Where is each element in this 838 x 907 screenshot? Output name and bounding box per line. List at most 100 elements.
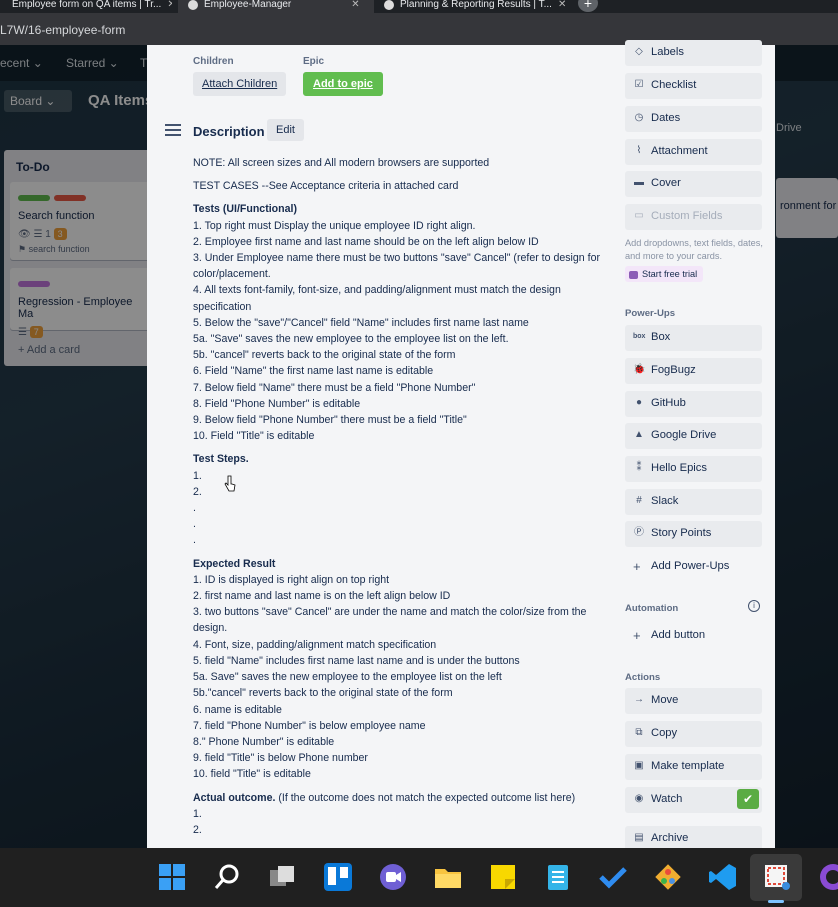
cover-icon: ▬ [634, 177, 644, 188]
start-free-trial-button[interactable]: Start free trial [625, 266, 704, 282]
move-button[interactable]: → Move [625, 688, 762, 714]
task-view-icon[interactable] [268, 862, 298, 892]
notepad-icon[interactable] [543, 862, 573, 892]
fogbugz-icon: 🐞 [633, 364, 646, 375]
expected-item: 2. first name and last name is on the le… [193, 590, 451, 603]
test-item: 2. Employee first name and last name sho… [193, 235, 539, 248]
actual-item: 2. [193, 823, 202, 836]
test-item: 8. Field "Phone Number" is editable [193, 397, 361, 410]
cover-button[interactable]: ▬ Cover [625, 171, 762, 197]
sticky-notes-icon[interactable] [488, 862, 518, 892]
test-item: 6. Field "Name" the first name last name… [193, 365, 434, 378]
search-icon[interactable] [212, 862, 242, 892]
test-item: 9. Below field "Phone Number" there must… [193, 414, 467, 427]
powerup-google-drive[interactable]: ▲ Google Drive [625, 423, 762, 449]
powerup-github[interactable]: ● GitHub [625, 391, 762, 417]
attachment-button[interactable]: ⌇ Attachment [625, 139, 762, 165]
powerup-box[interactable]: box Box [625, 325, 762, 351]
vscode-icon[interactable] [708, 862, 738, 892]
arrow-right-icon: → [634, 694, 644, 705]
powerup-story-points[interactable]: Ⓟ Story Points [625, 521, 762, 547]
powerups-heading: Power-Ups [625, 308, 676, 319]
hand-cursor-icon [224, 475, 236, 492]
box-icon: box [633, 333, 646, 340]
test-item: 1. Top right must Display the unique emp… [193, 219, 476, 232]
note-text: NOTE: All screen sizes and All modern br… [193, 157, 490, 169]
attach-children-button[interactable]: Attach Children [193, 72, 287, 96]
actual-item: 1. [193, 807, 202, 820]
add-to-epic-button[interactable]: Add to epic [303, 72, 383, 96]
test-item: 3. Under Employee name there must be two… [193, 252, 600, 281]
step-item: 2. [193, 485, 202, 498]
tab-favicon-icon [188, 0, 198, 10]
step-item: 1. [193, 469, 202, 482]
test-item: 4. All texts font-family, font-size, and… [193, 284, 561, 313]
expected-item: 9. field "Title" is below Phone number [193, 752, 368, 765]
new-tab-button[interactable]: + [578, 0, 598, 12]
expected-item: 5b."cancel" reverts back to the original… [193, 687, 453, 700]
add-button-button[interactable]: + Add button [625, 623, 762, 649]
custom-fields-icon: ▭ [634, 210, 644, 221]
git-icon[interactable] [653, 862, 683, 892]
google-drive-icon: ▲ [634, 429, 644, 440]
powerup-hello-epics[interactable]: ⁑ Hello Epics [625, 456, 762, 482]
children-label: Children [193, 56, 234, 67]
edit-description-button[interactable]: Edit [267, 119, 304, 141]
info-icon[interactable]: i [748, 600, 760, 612]
active-app-indicator [768, 900, 784, 903]
close-tab-icon[interactable]: ✕ [351, 0, 359, 10]
slack-icon: # [636, 495, 642, 506]
teams-chat-icon[interactable] [378, 862, 408, 892]
copy-button[interactable]: ⧉ Copy [625, 721, 762, 747]
epic-label: Epic [303, 56, 325, 67]
expected-item: 6. name is editable [193, 703, 282, 716]
browser-tab-bar: Employee form on QA items | Tr... ✕ Emplo… [0, 0, 838, 13]
expected-item: 5. field "Name" includes first name last… [193, 654, 520, 667]
custom-fields-button[interactable]: ▭ Custom Fields [625, 204, 762, 230]
snipping-tool-icon[interactable] [762, 862, 792, 892]
browser-tab[interactable]: Planning & Reporting Results | T... ✕ [378, 0, 574, 13]
github-icon: ● [635, 397, 643, 408]
archive-icon: ▤ [634, 832, 644, 843]
dates-button[interactable]: ◷ Dates [625, 106, 762, 132]
powerup-fogbugz[interactable]: 🐞 FogBugz [625, 358, 762, 384]
tab-favicon-icon [384, 0, 394, 10]
expected-item: 8." Phone Number" is editable [193, 735, 335, 748]
windows-taskbar [0, 848, 838, 907]
todo-icon[interactable] [598, 862, 628, 892]
automation-heading: Automation [625, 603, 679, 614]
powerup-slack[interactable]: # Slack [625, 489, 762, 515]
hello-epics-icon: ⁑ [636, 462, 642, 473]
github-desktop-icon[interactable] [818, 862, 838, 892]
story-points-icon: Ⓟ [634, 527, 644, 538]
make-template-button[interactable]: ▣ Make template [625, 754, 762, 780]
description-title: Description [193, 124, 265, 139]
description-body[interactable]: NOTE: All screen sizes and All modern br… [193, 155, 609, 838]
expected-item: 5a. Save" saves the new employee to the … [193, 671, 502, 684]
file-explorer-icon[interactable] [433, 862, 463, 892]
checklist-icon: ☑ [634, 79, 644, 90]
add-powerups-button[interactable]: + Add Power-Ups [625, 554, 762, 580]
expected-item: 1. ID is displayed is right align on top… [193, 573, 390, 586]
test-item: 7. Below field "Name" there must be a fi… [193, 381, 476, 394]
description-icon [165, 124, 181, 136]
actual-heading: Actual outcome. [193, 791, 276, 804]
windows-start-icon[interactable] [157, 862, 187, 892]
url-text: L7W/16-employee-form [0, 23, 126, 37]
close-tab-icon[interactable]: ✕ [558, 0, 566, 10]
test-item: 10. Field "Title" is editable [193, 430, 315, 443]
checklist-button[interactable]: ☑ Checklist [625, 73, 762, 99]
test-item: 5. Below the "save"/"Cancel" field "Name… [193, 316, 529, 329]
plus-icon: + [633, 559, 641, 574]
expected-item: 10. field "Title" is editable [193, 768, 311, 781]
browser-tab[interactable]: Employee form on QA items | Tr... ✕ [0, 0, 172, 13]
close-tab-icon[interactable]: ✕ [167, 0, 172, 10]
labels-button[interactable]: ◇ Labels [625, 40, 762, 66]
step-item: . [193, 518, 196, 531]
clock-icon: ◷ [634, 112, 644, 123]
trello-icon[interactable] [323, 862, 353, 892]
steps-heading: Test Steps. [193, 453, 249, 466]
browser-tab[interactable]: Employee-Manager ✕ [178, 0, 374, 13]
test-cases-text: TEST CASES --See Acceptance criteria in … [193, 180, 459, 193]
tests-heading: Tests (UI/Functional) [193, 203, 297, 216]
